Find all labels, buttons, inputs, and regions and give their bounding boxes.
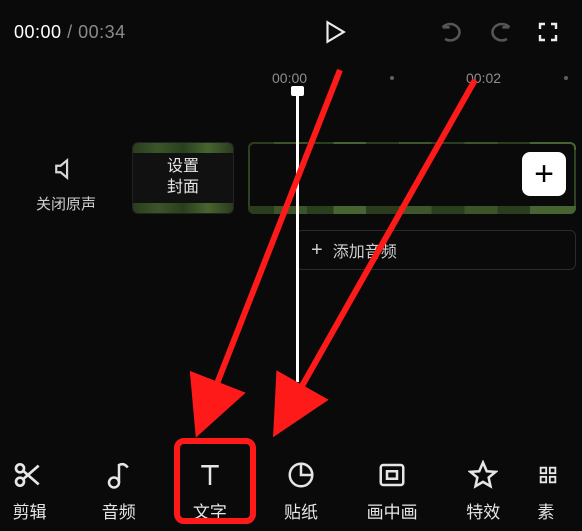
ruler-tick-0: 00:00 bbox=[272, 70, 307, 86]
tool-label: 剪辑 bbox=[11, 498, 47, 523]
top-bar: 00:00 / 00:34 bbox=[0, 0, 582, 62]
ruler-dot bbox=[390, 76, 394, 80]
tool-text[interactable]: 文字 bbox=[173, 458, 247, 523]
undo-button[interactable] bbox=[432, 12, 472, 52]
add-audio-label: 添加音频 bbox=[333, 238, 397, 262]
plus-icon: + bbox=[311, 239, 323, 262]
fullscreen-button[interactable] bbox=[528, 12, 568, 52]
star-icon bbox=[466, 458, 500, 492]
mute-original-button[interactable]: 关闭原声 bbox=[6, 156, 126, 214]
music-note-icon bbox=[102, 458, 136, 492]
undo-icon bbox=[438, 18, 466, 46]
time-total: 00:34 bbox=[78, 22, 126, 42]
time-sep: / bbox=[67, 22, 78, 42]
add-clip-button[interactable]: + bbox=[522, 152, 566, 196]
tool-sticker[interactable]: 贴纸 bbox=[264, 458, 338, 523]
pip-icon bbox=[375, 458, 409, 492]
scissors-icon bbox=[11, 458, 45, 492]
tool-pip[interactable]: 画中画 bbox=[355, 458, 429, 523]
mute-label: 关闭原声 bbox=[36, 193, 96, 214]
tool-label: 音频 bbox=[102, 498, 136, 523]
set-cover-button[interactable]: 设置 封面 bbox=[132, 142, 234, 214]
grid-icon bbox=[537, 458, 559, 492]
tool-label: 贴纸 bbox=[284, 498, 318, 523]
redo-button[interactable] bbox=[480, 12, 520, 52]
add-audio-button[interactable]: + 添加音频 bbox=[296, 230, 576, 270]
tool-effect[interactable]: 特效 bbox=[446, 458, 520, 523]
speaker-icon bbox=[51, 156, 81, 187]
fullscreen-icon bbox=[536, 20, 560, 44]
tool-label: 素 bbox=[537, 498, 554, 523]
tool-label: 画中画 bbox=[367, 498, 418, 523]
redo-icon bbox=[486, 18, 514, 46]
ruler-tick-1: 00:02 bbox=[466, 70, 501, 86]
tool-label: 文字 bbox=[193, 498, 227, 523]
track-area: 关闭原声 设置 封面 + + 添加音频 bbox=[0, 98, 582, 378]
plus-icon: + bbox=[534, 155, 554, 194]
ruler-dot bbox=[564, 76, 568, 80]
tool-more[interactable]: 素 bbox=[537, 458, 571, 523]
play-icon bbox=[321, 19, 347, 45]
time-current: 00:00 bbox=[14, 22, 62, 42]
sticker-icon bbox=[284, 458, 318, 492]
tool-audio[interactable]: 音频 bbox=[82, 458, 156, 523]
playhead[interactable] bbox=[296, 92, 299, 382]
tool-edit[interactable]: 剪辑 bbox=[11, 458, 55, 523]
tool-label: 特效 bbox=[466, 498, 500, 523]
cover-label: 设置 封面 bbox=[167, 157, 199, 199]
time-display: 00:00 / 00:34 bbox=[14, 22, 126, 43]
play-button[interactable] bbox=[314, 12, 354, 52]
bottom-toolbar: 剪辑 音频 文字 贴纸 画中画 特效 素 bbox=[0, 452, 582, 529]
text-icon bbox=[193, 458, 227, 492]
